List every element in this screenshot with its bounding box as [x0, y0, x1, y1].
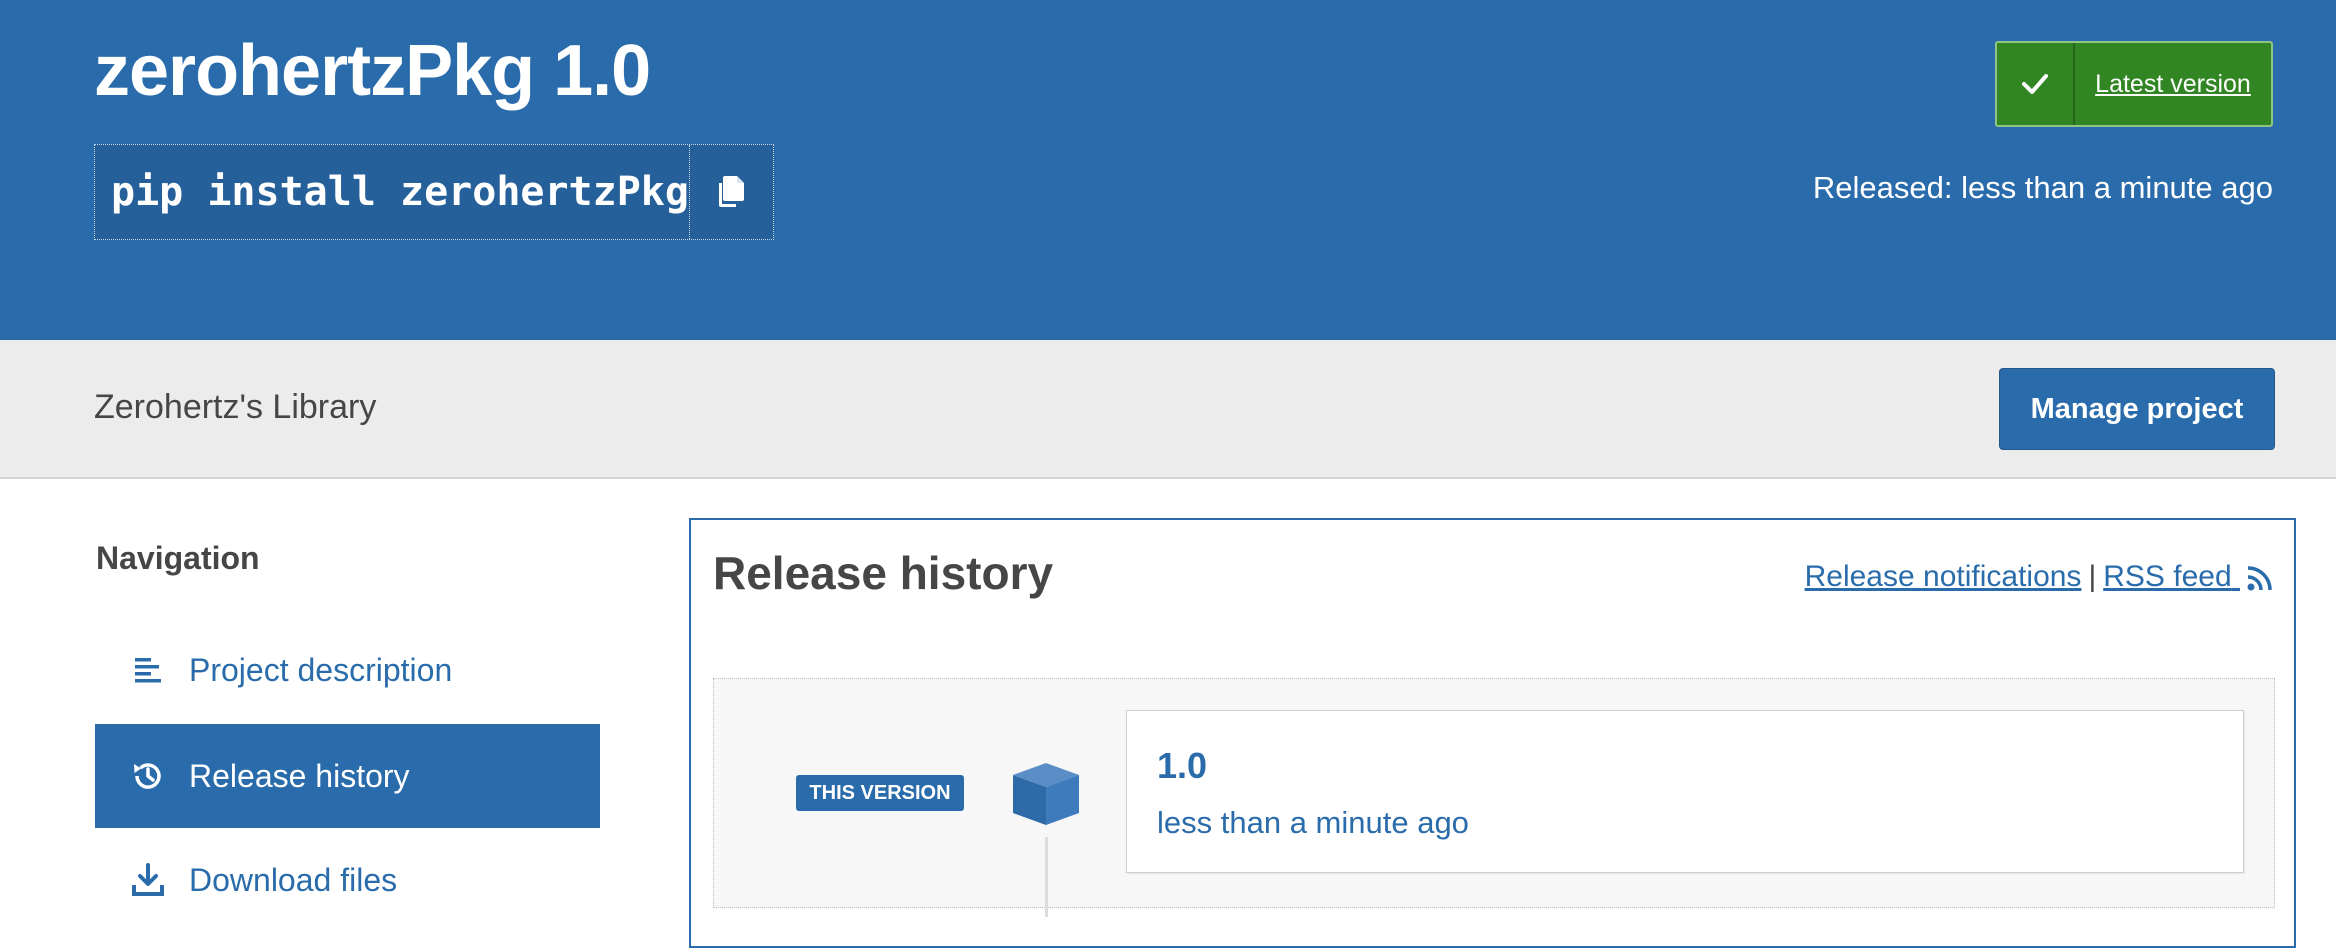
nav-item-label: Project description [189, 651, 453, 688]
nav-item-project-description[interactable]: Project description [95, 618, 600, 722]
manage-project-button[interactable]: Manage project [1999, 368, 2275, 450]
package-title: zerohertzPkg 1.0 [94, 31, 651, 111]
this-version-badge: THIS VERSION [796, 775, 964, 811]
nav-item-release-history[interactable]: Release history [95, 724, 600, 828]
nav-item-download-files[interactable]: Download files [95, 828, 600, 932]
navigation-heading: Navigation [96, 540, 260, 576]
project-summary: Zerohertz's Library [94, 388, 377, 426]
copy-button[interactable] [688, 145, 773, 239]
release-history-title: Release history [713, 547, 1054, 599]
align-left-icon [129, 651, 167, 689]
release-notifications-link[interactable]: Release notifications [1805, 560, 2082, 594]
rss-feed-link[interactable]: RSS feed [2103, 560, 2274, 594]
link-separator: | [2088, 560, 2097, 593]
history-icon [129, 757, 167, 795]
release-card[interactable]: 1.0 less than a minute ago [1126, 710, 2244, 873]
package-box-icon [1013, 763, 1079, 825]
nav-item-label: Release history [189, 757, 410, 794]
release-version: 1.0 [1157, 745, 1208, 786]
pip-command[interactable]: pip install zerohertzPkg [95, 145, 689, 239]
nav-item-label: Download files [189, 861, 398, 898]
latest-version-button[interactable]: Latest version [1995, 41, 2273, 127]
release-history-panel: Release history Release notifications | … [689, 518, 2296, 948]
check-icon [1997, 43, 2075, 125]
package-header-banner: zerohertzPkg 1.0 pip install zerohertzPk… [0, 0, 2336, 340]
release-date-text: Released: less than a minute ago [1812, 170, 2273, 205]
release-timeline: THIS VERSION 1.0 less than a minute ago [713, 678, 2275, 917]
download-icon [129, 861, 167, 899]
rss-feed-label: RSS feed [2103, 560, 2232, 593]
release-links: Release notifications | RSS feed [1805, 560, 2274, 594]
project-summary-bar: Zerohertz's Library Manage project [0, 340, 2336, 479]
pip-install-box: pip install zerohertzPkg [94, 144, 774, 240]
release-date: less than a minute ago [1157, 805, 1469, 840]
latest-version-label: Latest version [2095, 69, 2251, 98]
copy-icon [719, 176, 745, 207]
timeline-line [1045, 837, 1048, 917]
rss-icon [2247, 566, 2272, 591]
